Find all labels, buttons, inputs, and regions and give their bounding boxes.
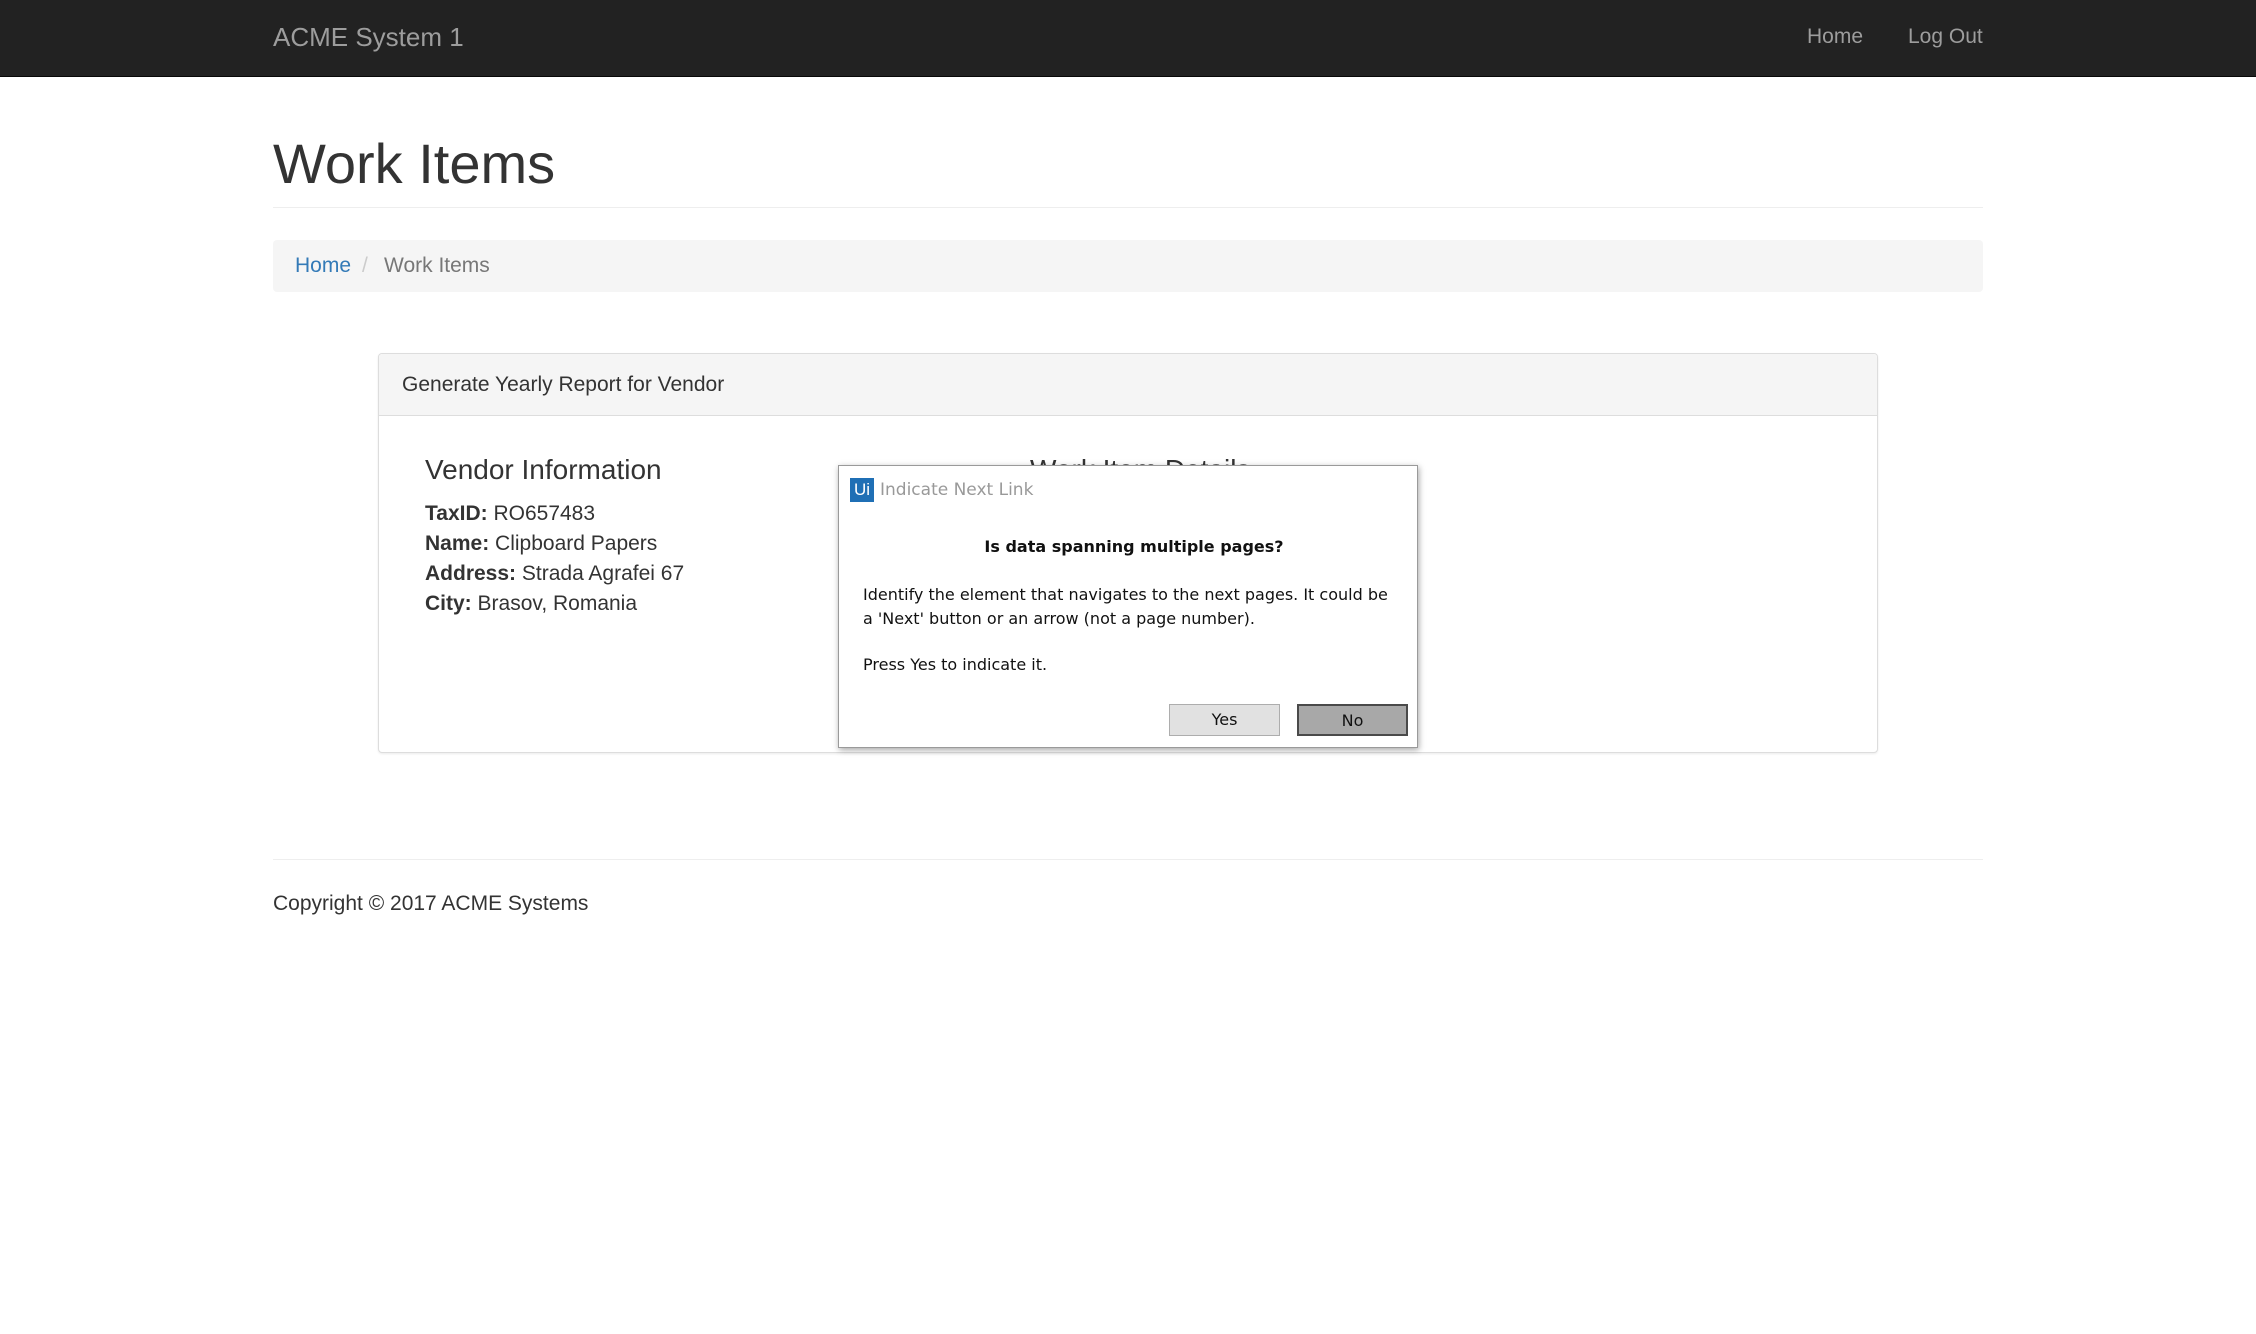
vendor-taxid-label: TaxID: — [425, 502, 488, 525]
dialog-title: Indicate Next Link — [880, 480, 1034, 500]
footer-divider — [273, 859, 1983, 860]
uipath-logo-icon: Ui — [850, 478, 874, 502]
vendor-information-heading: Vendor Information — [425, 454, 662, 485]
dialog-instructions: Identify the element that navigates to t… — [863, 585, 1388, 628]
dialog-press-hint: Press Yes to indicate it. — [863, 655, 1048, 674]
vendor-name-value: Clipboard Papers — [495, 532, 658, 555]
page-title: Work Items — [273, 132, 556, 195]
panel-heading: Generate Yearly Report for Vendor — [379, 354, 1877, 416]
nav-logout-link[interactable]: Log Out — [1908, 22, 1983, 52]
vendor-address-label: Address: — [425, 562, 517, 585]
vendor-address-row: Address: Strada Agrafei 67 — [425, 560, 684, 588]
vendor-taxid-row: TaxID: RO657483 — [425, 500, 595, 528]
brand-link[interactable]: ACME System 1 — [273, 20, 464, 54]
footer-copyright: Copyright © 2017 ACME Systems — [273, 892, 589, 915]
top-navbar: ACME System 1 Home Log Out — [0, 0, 2256, 77]
vendor-address-value: Strada Agrafei 67 — [521, 562, 685, 585]
breadcrumb-separator: / — [362, 254, 368, 277]
indicate-next-link-dialog: Ui Indicate Next Link Is data spanning m… — [838, 465, 1418, 748]
breadcrumb-current: Work Items — [384, 254, 490, 277]
vendor-city-label: City: — [425, 592, 472, 615]
dialog-question: Is data spanning multiple pages? — [984, 537, 1284, 556]
no-button[interactable]: No — [1297, 704, 1408, 736]
breadcrumb-home-link[interactable]: Home — [295, 253, 351, 279]
nav-home-link[interactable]: Home — [1807, 22, 1863, 52]
vendor-name-row: Name: Clipboard Papers — [425, 530, 657, 558]
title-divider — [273, 207, 1983, 208]
vendor-city-row: City: Brasov, Romania — [425, 590, 637, 618]
vendor-city-value: Brasov, Romania — [477, 592, 638, 615]
vendor-name-label: Name: — [425, 532, 490, 555]
breadcrumb: Home / Work Items — [273, 240, 1983, 292]
yes-button[interactable]: Yes — [1169, 704, 1280, 736]
panel-title: Generate Yearly Report for Vendor — [402, 373, 725, 396]
vendor-taxid-value: RO657483 — [493, 502, 596, 525]
